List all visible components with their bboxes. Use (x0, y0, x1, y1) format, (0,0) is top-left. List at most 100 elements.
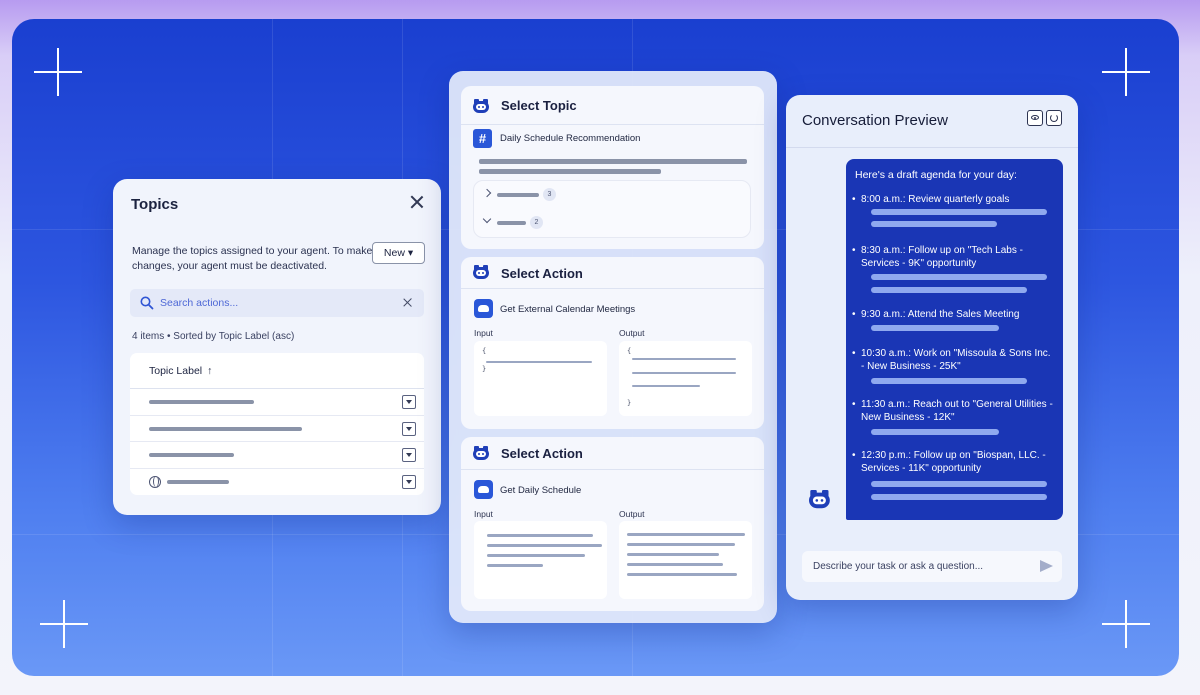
new-topic-button[interactable]: New ▾ (372, 242, 425, 264)
agent-message-bubble: Here's a draft agenda for your day: 8:00… (846, 159, 1063, 520)
agent-avatar-icon (809, 490, 830, 509)
divider (786, 147, 1078, 148)
placeholder-bar (871, 209, 1047, 215)
refresh-icon[interactable] (1046, 110, 1062, 126)
select-action-title: Select Action (501, 266, 583, 281)
chevron-down-icon (482, 214, 492, 224)
action-name: Get Daily Schedule (500, 485, 582, 496)
output-json-box (619, 521, 752, 599)
row-action-dropdown[interactable] (402, 474, 416, 489)
agenda-item: 9:30 a.m.: Attend the Sales Meeting (852, 308, 1056, 321)
expander-row[interactable]: 3 (482, 183, 762, 208)
close-icon[interactable] (408, 193, 426, 211)
placeholder-bar (871, 481, 1047, 487)
table-row[interactable] (130, 442, 424, 469)
conversation-title: Conversation Preview (802, 112, 948, 129)
code-line (627, 563, 723, 566)
placeholder-bar (479, 169, 661, 174)
select-action-title: Select Action (501, 446, 583, 461)
chat-input-field[interactable] (802, 551, 1062, 582)
topic-table: Topic Label ↑ (130, 353, 424, 495)
placeholder-bar (167, 479, 229, 484)
input-json-box: { } (474, 341, 607, 416)
action-name: Get External Calendar Meetings (500, 304, 636, 315)
placeholder-bar (871, 494, 1047, 500)
code-line (632, 358, 736, 360)
row-action-dropdown[interactable] (402, 395, 416, 409)
code-line (486, 361, 592, 363)
code-line (632, 385, 700, 387)
select-topic-card: Select Topic # Daily Schedule Recommenda… (461, 86, 764, 249)
agent-icon (473, 446, 489, 460)
placeholder-bar (871, 429, 999, 435)
code-line (632, 372, 736, 374)
placeholder-bar (149, 426, 302, 431)
code-line (487, 544, 602, 547)
message-intro: Here's a draft agenda for your day: (855, 169, 1017, 181)
cloud-action-icon (474, 480, 493, 499)
hashtag-icon: # (473, 129, 492, 148)
chevron-right-icon (482, 188, 492, 198)
placeholder-bar (871, 274, 1047, 280)
topics-title: Topics (131, 196, 179, 213)
table-row[interactable] (130, 389, 424, 416)
placeholder-bar (871, 325, 999, 331)
placeholder-bar (149, 453, 234, 457)
input-label: Input (474, 509, 493, 519)
sort-arrow-icon: ↑ (207, 364, 213, 377)
code-line (487, 534, 593, 537)
cloud-action-icon (474, 299, 493, 318)
send-icon[interactable] (1040, 560, 1053, 572)
search-input[interactable] (160, 297, 390, 309)
count-badge: 3 (543, 188, 556, 201)
placeholder-bar (871, 287, 1027, 293)
table-row[interactable] (130, 416, 424, 442)
table-row[interactable] (130, 469, 424, 496)
select-topic-title: Select Topic (501, 98, 577, 113)
clear-search-icon[interactable] (401, 296, 414, 309)
agent-reasoning-panel: Select Topic # Daily Schedule Recommenda… (449, 71, 777, 623)
search-field[interactable] (130, 289, 424, 317)
row-action-dropdown[interactable] (402, 421, 416, 436)
code-line (627, 573, 737, 576)
items-meta: 4 items • Sorted by Topic Label (asc) (132, 331, 295, 342)
chat-input[interactable] (813, 561, 1023, 572)
eye-icon[interactable] (1027, 110, 1043, 126)
agenda-item: 11:30 a.m.: Reach out to "General Utilit… (852, 398, 1056, 424)
code-line (487, 564, 543, 567)
topic-name: Daily Schedule Recommendation (500, 133, 641, 144)
count-badge: 2 (530, 216, 543, 229)
output-label: Output (619, 509, 645, 519)
column-header-label: Topic Label (149, 364, 203, 377)
search-icon (140, 296, 154, 310)
expander-row[interactable]: 2 (482, 211, 762, 236)
topics-panel: Topics Manage the topics assigned to you… (113, 179, 441, 515)
input-json-box (474, 521, 607, 599)
crosshair-decoration (1102, 600, 1150, 648)
placeholder-bar (497, 193, 539, 197)
topics-description: Manage the topics assigned to your agent… (132, 245, 373, 272)
code-line (627, 553, 719, 556)
divider (461, 124, 764, 125)
select-action-card: Select Action Get Daily Schedule Input O… (461, 437, 764, 611)
crosshair-decoration (40, 600, 88, 648)
topic-expanders: 3 2 (473, 180, 751, 238)
code-line (487, 554, 585, 557)
agenda-item: 10:30 a.m.: Work on "Missoula & Sons Inc… (852, 347, 1056, 373)
conversation-preview-panel: Conversation Preview Here's a draft agen… (786, 95, 1078, 600)
agent-icon (473, 265, 489, 279)
placeholder-bar (871, 221, 997, 227)
output-label: Output (619, 328, 645, 338)
code-line (627, 533, 745, 536)
row-action-dropdown[interactable] (402, 448, 416, 462)
divider (461, 288, 764, 289)
input-label: Input (474, 328, 493, 338)
placeholder-bar (149, 400, 254, 404)
divider (461, 469, 764, 470)
placeholder-bar (871, 378, 1027, 384)
column-header-topic-label[interactable]: Topic Label ↑ (130, 353, 424, 389)
agent-icon (473, 99, 489, 113)
agenda-item: 12:30 p.m.: Follow up on "Biospan, LLC. … (852, 449, 1056, 475)
placeholder-bar (497, 221, 526, 225)
crosshair-decoration (34, 48, 82, 96)
